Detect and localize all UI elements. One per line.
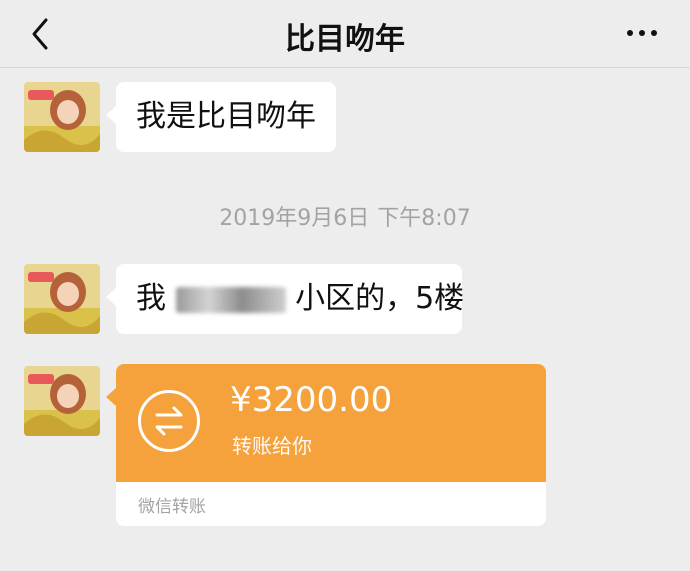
message-text-end: 小区的，5楼	[295, 281, 465, 316]
message-bubble[interactable]: 我是比目吻年	[106, 82, 336, 152]
transfer-label: 微信转账	[138, 497, 206, 517]
contact-avatar[interactable]	[24, 82, 100, 152]
timestamp-time: 下午8:07	[377, 206, 471, 231]
transfer-subtitle: 转账给你	[232, 434, 312, 458]
transfer-card[interactable]: ¥3200.00 转账给你 微信转账	[106, 364, 546, 526]
more-options-button[interactable]	[624, 20, 660, 44]
transfer-card-header: ¥3200.00 转账给你	[116, 364, 546, 482]
message-text-start: 我	[136, 281, 166, 316]
message-text: 我是比目吻年	[136, 99, 316, 134]
redacted-text	[175, 286, 286, 313]
message-timestamp: 2019年9月6日 下午8:07	[0, 200, 690, 232]
transfer-arrows-icon	[138, 390, 200, 452]
chat-title: 比目吻年	[285, 22, 405, 57]
timestamp-date: 2019年9月6日	[219, 206, 370, 231]
chat-header: 比目吻年	[0, 0, 690, 68]
message-bubble[interactable]: 我 小区的，5楼	[106, 264, 465, 334]
transfer-amount: ¥3200.00	[230, 380, 393, 420]
ellipsis-icon	[627, 30, 633, 36]
contact-avatar[interactable]	[24, 264, 100, 334]
contact-avatar[interactable]	[24, 366, 100, 436]
